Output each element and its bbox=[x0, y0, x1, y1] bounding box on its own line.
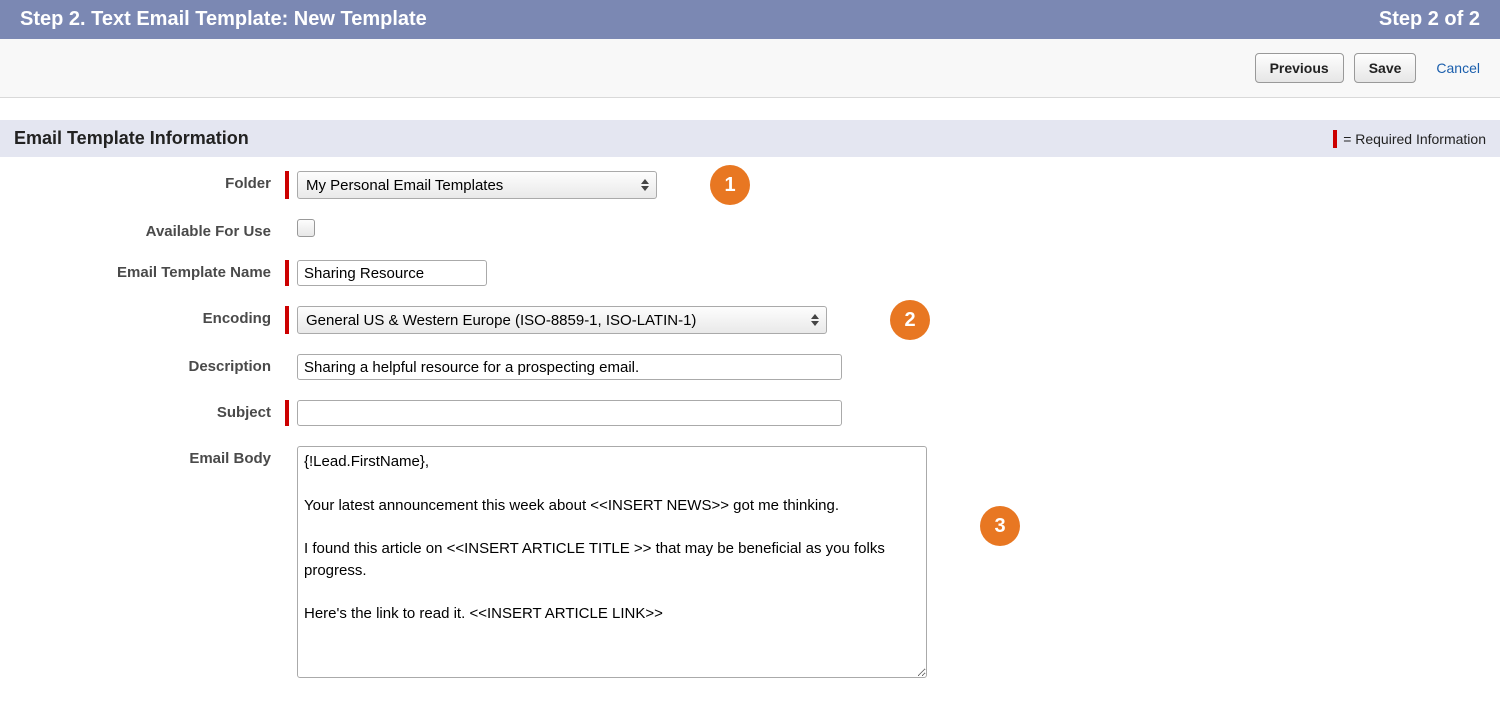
template-name-input[interactable] bbox=[297, 260, 487, 286]
available-checkbox[interactable] bbox=[297, 219, 315, 237]
label-template-name: Email Template Name bbox=[20, 260, 285, 281]
required-indicator-icon bbox=[1333, 130, 1337, 148]
row-encoding: Encoding General US & Western Europe (IS… bbox=[20, 306, 1480, 334]
save-button[interactable]: Save bbox=[1354, 53, 1417, 83]
section-header: Email Template Information = Required In… bbox=[0, 120, 1500, 157]
label-encoding: Encoding bbox=[20, 306, 285, 327]
row-subject: Subject bbox=[20, 400, 1480, 426]
callout-1: 1 bbox=[710, 165, 750, 205]
encoding-select[interactable]: General US & Western Europe (ISO-8859-1,… bbox=[297, 306, 827, 334]
form-area: Folder My Personal Email Templates 1 Ava… bbox=[0, 157, 1500, 718]
row-body: Email Body 3 bbox=[20, 446, 1480, 678]
wizard-header: Step 2. Text Email Template: New Templat… bbox=[0, 0, 1500, 39]
row-available: Available For Use bbox=[20, 219, 1480, 240]
action-toolbar: Previous Save Cancel bbox=[0, 39, 1500, 98]
label-subject: Subject bbox=[20, 400, 285, 421]
label-available: Available For Use bbox=[20, 219, 285, 240]
label-body: Email Body bbox=[20, 446, 285, 467]
section-title: Email Template Information bbox=[14, 128, 249, 149]
required-legend-text: = Required Information bbox=[1343, 131, 1486, 147]
label-folder: Folder bbox=[20, 171, 285, 192]
callout-2: 2 bbox=[890, 300, 930, 340]
folder-select[interactable]: My Personal Email Templates bbox=[297, 171, 657, 199]
description-input[interactable] bbox=[297, 354, 842, 380]
subject-input[interactable] bbox=[297, 400, 842, 426]
required-legend: = Required Information bbox=[1333, 130, 1486, 148]
row-template-name: Email Template Name bbox=[20, 260, 1480, 286]
row-description: Description bbox=[20, 354, 1480, 380]
previous-button[interactable]: Previous bbox=[1255, 53, 1344, 83]
wizard-title: Step 2. Text Email Template: New Templat… bbox=[20, 8, 427, 31]
row-folder: Folder My Personal Email Templates 1 bbox=[20, 171, 1480, 199]
wizard-step-indicator: Step 2 of 2 bbox=[1379, 8, 1480, 31]
callout-3: 3 bbox=[980, 506, 1020, 546]
cancel-link[interactable]: Cancel bbox=[1436, 60, 1480, 76]
label-description: Description bbox=[20, 354, 285, 375]
email-body-textarea[interactable] bbox=[297, 446, 927, 678]
